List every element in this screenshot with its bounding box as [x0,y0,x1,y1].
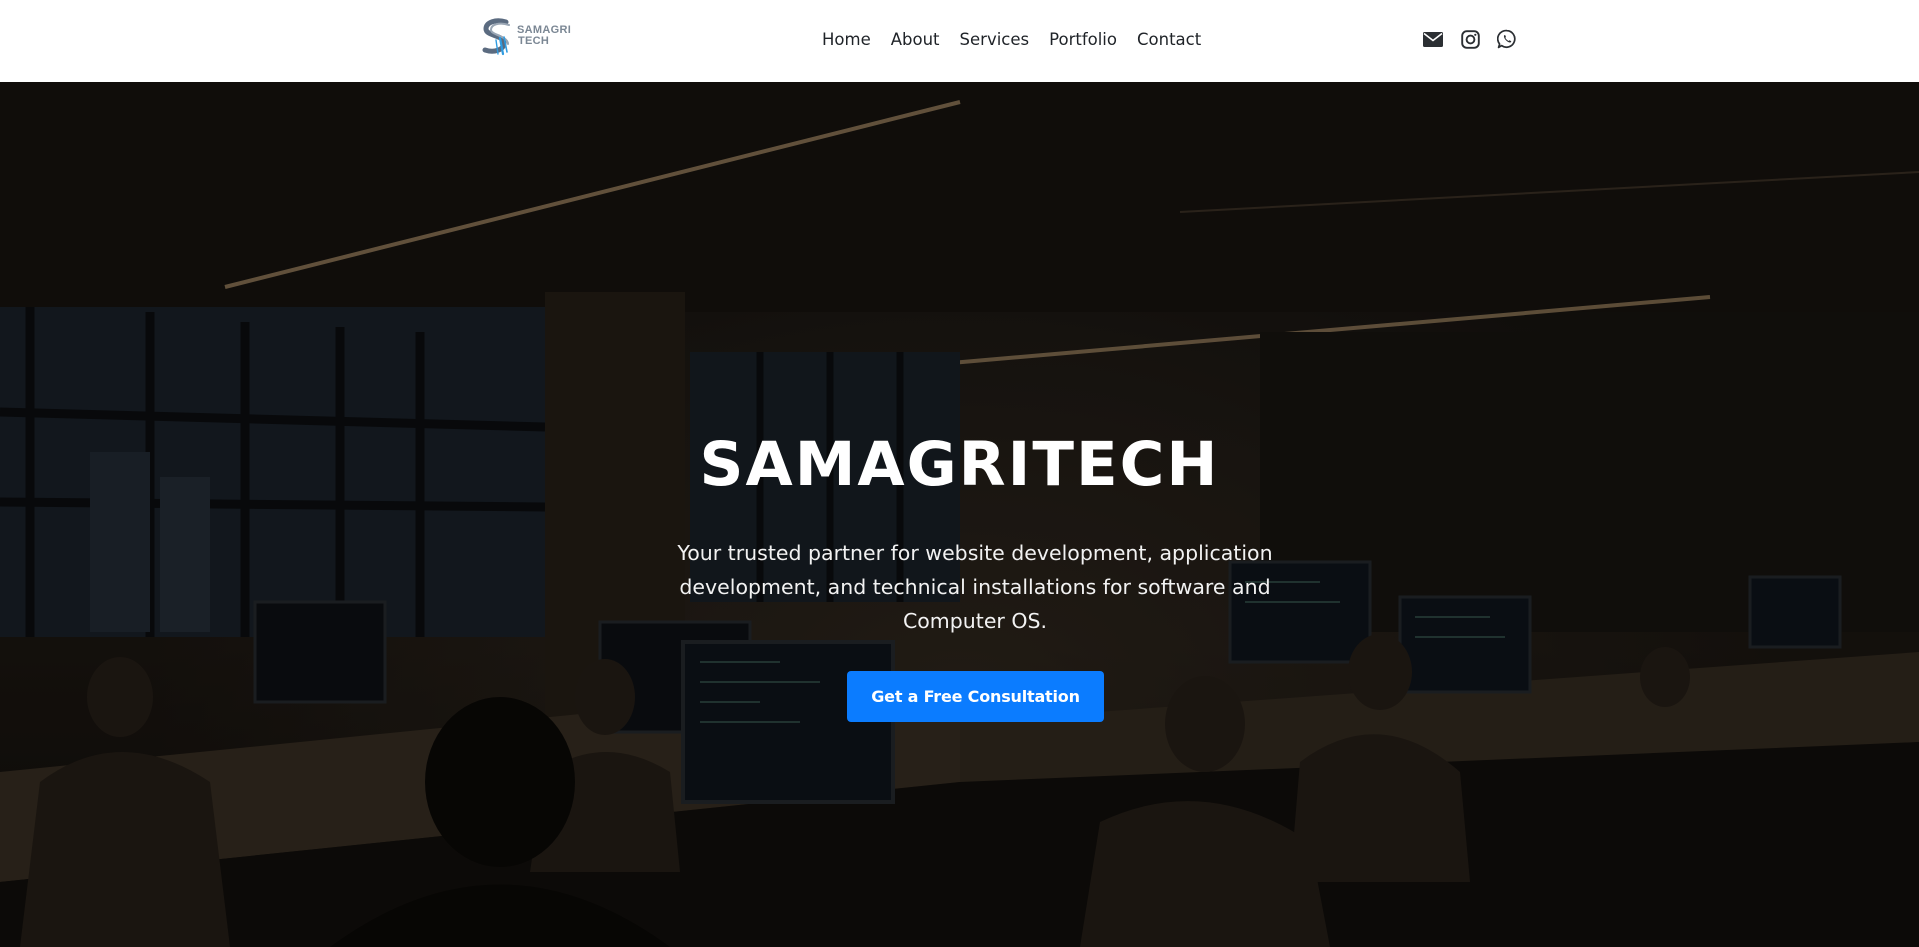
nav-about-link[interactable]: About [891,29,940,51]
whatsapp-icon[interactable] [1496,28,1518,50]
logo-text-line2: TECH [518,35,550,47]
main-nav: Home About Services Portfolio Contact [822,29,1201,51]
logo-text: SAMAGRI TECH [517,25,571,47]
nav-contact-link[interactable]: Contact [1137,29,1201,51]
envelope-icon[interactable] [1422,28,1444,50]
nav-home-link[interactable]: Home [822,29,871,51]
social-links [1422,28,1518,50]
instagram-icon[interactable] [1459,28,1481,50]
site-header: SAMAGRI TECH Home About Services Portfol… [0,0,1919,82]
hero-subtitle: Your trusted partner for website develop… [677,541,1273,633]
nav-portfolio-link[interactable]: Portfolio [1049,29,1117,51]
free-consultation-button[interactable]: Get a Free Consultation [847,671,1104,722]
hero-section: SAMAGRITECH Your trusted partner for web… [0,82,1919,947]
hero-title: SAMAGRITECH [699,429,1220,500]
nav-services-link[interactable]: Services [960,29,1030,51]
logo-mark-icon [482,18,510,56]
hero-overlay [0,82,1919,947]
logo[interactable]: SAMAGRI TECH [478,16,571,56]
